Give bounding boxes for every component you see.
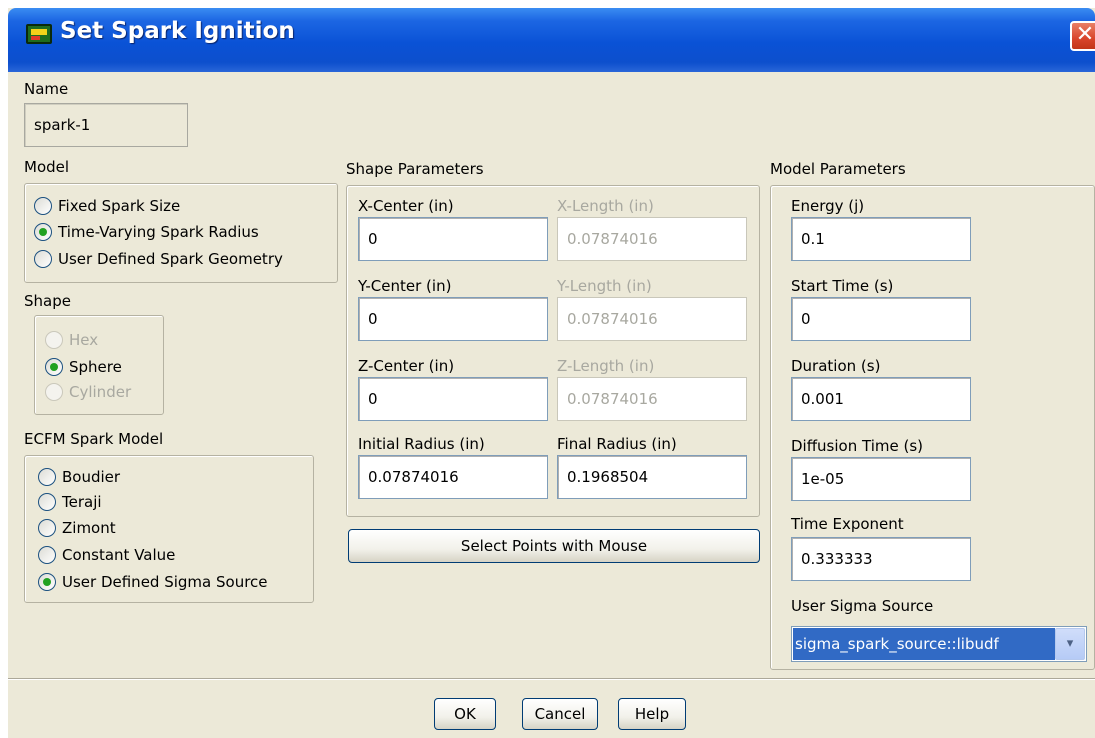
- radio-label: Boudier: [62, 468, 121, 486]
- close-button[interactable]: ✕: [1070, 21, 1095, 51]
- chevron-down-icon[interactable]: ▾: [1055, 628, 1085, 660]
- radio-checked-icon[interactable]: [45, 358, 63, 376]
- time-exponent-label: Time Exponent: [791, 515, 904, 533]
- model-option-fixed-spark-size[interactable]: Fixed Spark Size: [34, 194, 180, 218]
- title-bar[interactable]: Set Spark Ignition ✕: [8, 8, 1095, 72]
- radio-label: Constant Value: [62, 546, 176, 564]
- duration-label: Duration (s): [791, 357, 881, 375]
- final-radius-field[interactable]: 0.1968504: [557, 455, 747, 499]
- radio-label: Cylinder: [69, 383, 132, 401]
- radio-icon[interactable]: [38, 546, 56, 564]
- model-params-label: Model Parameters: [770, 160, 906, 178]
- z-length-label: Z-Length (in): [557, 357, 655, 375]
- select-points-with-mouse-button[interactable]: Select Points with Mouse: [348, 529, 760, 563]
- radio-icon[interactable]: [38, 493, 56, 511]
- name-field[interactable]: spark-1: [24, 103, 188, 147]
- name-label: Name: [24, 80, 69, 98]
- shape-option-hex: Hex: [45, 328, 98, 352]
- radio-label: Teraji: [62, 493, 102, 511]
- z-length-field: 0.07874016: [557, 377, 747, 421]
- select-value: sigma_spark_source::libudf: [793, 628, 1055, 660]
- ecfm-option-teraji[interactable]: Teraji: [38, 490, 102, 514]
- final-radius-label: Final Radius (in): [557, 435, 677, 453]
- radio-icon[interactable]: [34, 197, 52, 215]
- radio-icon[interactable]: [38, 468, 56, 486]
- x-length-label: X-Length (in): [557, 197, 654, 215]
- radio-label: Time-Varying Spark Radius: [58, 223, 259, 241]
- x-length-field: 0.07874016: [557, 217, 747, 261]
- z-center-field[interactable]: 0: [358, 377, 548, 421]
- x-center-label: X-Center (in): [358, 197, 454, 215]
- shape-option-cylinder: Cylinder: [45, 380, 131, 404]
- radio-checked-icon[interactable]: [38, 573, 56, 591]
- initial-radius-field[interactable]: 0.07874016: [358, 455, 548, 499]
- start-time-label: Start Time (s): [791, 277, 894, 295]
- ecfm-option-constant-value[interactable]: Constant Value: [38, 543, 175, 567]
- model-label: Model: [24, 158, 70, 176]
- y-center-label: Y-Center (in): [358, 277, 452, 295]
- radio-label: Hex: [69, 331, 99, 349]
- diffusion-time-label: Diffusion Time (s): [791, 437, 923, 455]
- z-center-label: Z-Center (in): [358, 357, 455, 375]
- ecfm-option-zimont[interactable]: Zimont: [38, 516, 116, 540]
- ecfm-option-user-defined-sigma-source[interactable]: User Defined Sigma Source: [38, 570, 268, 594]
- radio-label: Fixed Spark Size: [58, 197, 181, 215]
- radio-icon: [45, 331, 63, 349]
- start-time-field[interactable]: 0: [791, 297, 971, 341]
- shape-option-sphere[interactable]: Sphere: [45, 355, 122, 379]
- model-option-user-defined-spark-geometry[interactable]: User Defined Spark Geometry: [34, 247, 283, 271]
- radio-icon: [45, 383, 63, 401]
- separator: [8, 678, 1095, 680]
- set-spark-ignition-dialog: Set Spark Ignition ✕ Name spark-1 Model …: [8, 8, 1095, 738]
- y-center-field[interactable]: 0: [358, 297, 548, 341]
- diffusion-time-field[interactable]: 1e-05: [791, 457, 971, 501]
- duration-field[interactable]: 0.001: [791, 377, 971, 421]
- help-button[interactable]: Help: [618, 698, 686, 730]
- radio-label: Sphere: [69, 358, 122, 376]
- ecfm-option-boudier[interactable]: Boudier: [38, 465, 120, 489]
- ok-button[interactable]: OK: [434, 698, 496, 730]
- shape-params-label: Shape Parameters: [346, 160, 484, 178]
- app-icon: [26, 24, 52, 44]
- radio-checked-icon[interactable]: [34, 223, 52, 241]
- radio-label: User Defined Spark Geometry: [58, 250, 283, 268]
- x-center-field[interactable]: 0: [358, 217, 548, 261]
- initial-radius-label: Initial Radius (in): [358, 435, 485, 453]
- radio-icon[interactable]: [34, 250, 52, 268]
- user-sigma-source-label: User Sigma Source: [791, 597, 934, 615]
- radio-label: User Defined Sigma Source: [62, 573, 268, 591]
- ecfm-label: ECFM Spark Model: [24, 430, 164, 448]
- model-option-time-varying-spark-radius[interactable]: Time-Varying Spark Radius: [34, 220, 259, 244]
- energy-field[interactable]: 0.1: [791, 217, 971, 261]
- y-length-label: Y-Length (in): [557, 277, 652, 295]
- radio-label: Zimont: [62, 519, 116, 537]
- user-sigma-source-select[interactable]: sigma_spark_source::libudf ▾: [791, 626, 1087, 662]
- energy-label: Energy (j): [791, 197, 865, 215]
- time-exponent-field[interactable]: 0.333333: [791, 537, 971, 581]
- y-length-field: 0.07874016: [557, 297, 747, 341]
- window-title: Set Spark Ignition: [60, 18, 295, 44]
- shape-label: Shape: [24, 292, 71, 310]
- radio-icon[interactable]: [38, 519, 56, 537]
- cancel-button[interactable]: Cancel: [522, 698, 598, 730]
